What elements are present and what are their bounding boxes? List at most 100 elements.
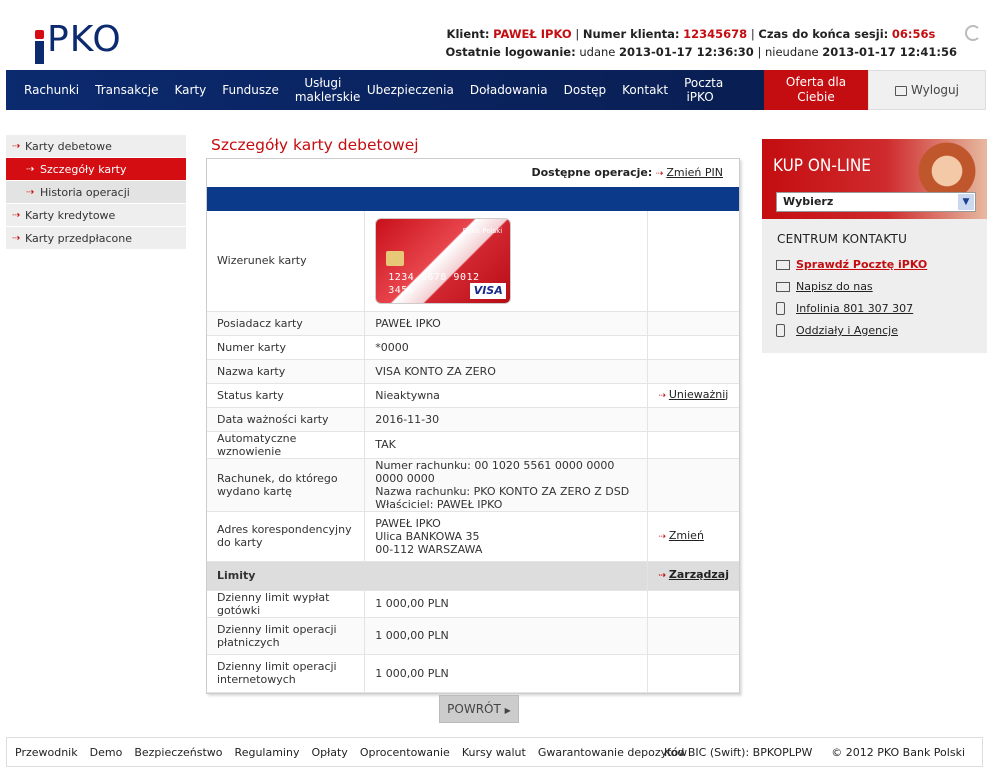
ops-label: Dostępne operacje: <box>531 166 653 179</box>
card-image: Bank Polski 1234 5678 9012 3456 VISA <box>375 217 512 304</box>
address-line-3: 00-112 WARSZAWA <box>375 542 483 556</box>
nav-doladowania[interactable]: Doładowania <box>462 83 556 97</box>
client-number-label: Numer klienta: <box>582 27 680 41</box>
invalidate-link[interactable]: Unieważnij <box>669 388 728 401</box>
account-owner: Właściciel: PAWEŁ IPKO <box>375 497 503 511</box>
row-label: Nazwa karty <box>207 359 366 384</box>
session-info: Klient: PAWEŁ IPKO | Numer klienta: 1234… <box>445 27 957 59</box>
product-select[interactable]: Wybierz ▼ <box>776 192 976 212</box>
sidebar-item-historia[interactable]: ⇢ Historia operacji <box>6 181 186 204</box>
logo-i-icon <box>34 30 44 64</box>
account-name: Nazwa rachunku: PKO KONTO ZA ZERO Z DSD <box>375 484 630 498</box>
logout-icon <box>895 86 907 96</box>
row-label: Rachunek, do którego wydano kartę <box>207 458 366 512</box>
nav-fundusze[interactable]: Fundusze <box>214 83 287 97</box>
refresh-session-icon[interactable] <box>965 25 981 41</box>
login-ok-label: udane <box>579 45 616 59</box>
arrow-icon: ⇢ <box>12 210 21 221</box>
footer-link-regulaminy[interactable]: Regulaminy <box>235 746 300 759</box>
arrow-icon: ⇢ <box>658 531 666 542</box>
nav-karty[interactable]: Karty <box>166 83 214 97</box>
nav-kontakt[interactable]: Kontakt <box>614 83 676 97</box>
nav-transakcje[interactable]: Transakcje <box>87 83 166 97</box>
contact-link[interactable]: Napisz do nas <box>796 280 873 293</box>
promo-title: KUP ON-LINE <box>773 156 871 176</box>
row-label: Data ważności karty <box>207 407 366 432</box>
sidebar-item-label: Karty przedpłacone <box>25 232 132 245</box>
nav-ubezpieczenia[interactable]: Ubezpieczenia <box>359 83 462 97</box>
branch-icon <box>776 324 785 337</box>
arrow-icon: ⇢ <box>658 390 666 401</box>
chevron-down-icon[interactable]: ▼ <box>958 194 974 210</box>
main-nav: Rachunki Transakcje Karty Fundusze Usług… <box>6 70 986 110</box>
footer-link-oplaty[interactable]: Opłaty <box>311 746 347 759</box>
nav-uslugi-maklerskie[interactable]: Usługi maklerskie <box>287 76 361 104</box>
row-value: PAWEŁ IPKO <box>364 311 649 336</box>
card-details-panel: Dostępne operacje: ⇢ Zmień PIN Wizerunek … <box>206 158 740 694</box>
card-bank-name: Bank Polski <box>462 226 503 235</box>
sidebar-item-karty-kredytowe[interactable]: ⇢ Karty kredytowe <box>6 204 186 227</box>
back-button-label: POWRÓT <box>447 702 501 716</box>
row-label: Automatyczne wznowienie <box>207 431 366 459</box>
sidebar-item-szczegoly[interactable]: ⇢Szczegóły karty debetowej <box>6 158 186 199</box>
table-row: Posiadacz karty PAWEŁ IPKO <box>207 311 739 336</box>
sidebar-item-karty-przedplacone[interactable]: ⇢ Karty przedpłacone <box>6 227 186 250</box>
table-row: Adres korespondencyjny do karty PAWEŁ IP… <box>207 511 739 562</box>
table-row: Numer karty *0000 <box>207 335 739 360</box>
back-button[interactable]: POWRÓT ▶ <box>439 695 519 723</box>
footer-link-przewodnik[interactable]: Przewodnik <box>15 746 78 759</box>
logo-text: PKO <box>47 19 122 60</box>
footer-link-oprocentowanie[interactable]: Oprocentowanie <box>360 746 450 759</box>
row-label: Adres korespondencyjny do karty <box>207 511 366 562</box>
contact-item-write[interactable]: Napisz do nas <box>776 280 873 293</box>
client-name: PAWEŁ IPKO <box>493 27 572 41</box>
sidebar-item-label: Karty debetowe <box>25 140 112 153</box>
nav-offer[interactable]: Oferta dla Ciebie <box>764 70 868 110</box>
client-number: 12345678 <box>683 27 748 41</box>
available-operations: Dostępne operacje: ⇢ Zmień PIN <box>207 159 739 187</box>
nav-poczta-ipko[interactable]: Poczta iPKO <box>676 76 724 104</box>
arrow-icon: ⇢ <box>658 571 666 581</box>
row-label: Status karty <box>207 383 366 408</box>
nav-dostep[interactable]: Dostęp <box>556 83 615 97</box>
change-address-link[interactable]: Zmień <box>669 529 704 542</box>
table-row: Status karty Nieaktywna ⇢ Unieważnij <box>207 383 739 408</box>
contact-item-check-mail[interactable]: Sprawdź Pocztę iPKO <box>776 258 927 271</box>
contact-link[interactable]: Infolinia 801 307 307 <box>796 302 913 315</box>
contact-item-hotline[interactable]: Infolinia 801 307 307 <box>776 302 913 315</box>
row-value: TAK <box>364 431 649 459</box>
footer-link-bezpieczenstwo[interactable]: Bezpieczeństwo <box>134 746 222 759</box>
table-row: Automatyczne wznowienie TAK <box>207 431 739 459</box>
sidebar-item-karty-debetowe[interactable]: ⇢ Karty debetowe <box>6 135 186 158</box>
card-details-table: Wizerunek karty Bank Polski 1234 5678 90… <box>207 211 739 693</box>
limits-header-row: Limity ⇢ Zarządzaj <box>207 561 739 591</box>
row-label: Numer karty <box>207 335 366 360</box>
contact-item-branches[interactable]: Oddziały i Agencje <box>776 324 898 337</box>
footer-link-kursy-walut[interactable]: Kursy walut <box>462 746 526 759</box>
phone-icon <box>776 302 785 315</box>
table-row: Rachunek, do którego wydano kartę Numer … <box>207 458 739 512</box>
nav-rachunki[interactable]: Rachunki <box>6 83 87 97</box>
offer-label: Oferta dla Ciebie <box>785 75 847 104</box>
contact-link[interactable]: Sprawdź Pocztę iPKO <box>796 258 927 271</box>
arrow-icon: ⇢ <box>12 141 21 152</box>
envelope-icon <box>776 259 790 270</box>
logout-button[interactable]: Wyloguj <box>868 70 986 110</box>
row-label: Wizerunek karty <box>207 211 366 312</box>
row-value: 1 000,00 PLN <box>364 617 649 655</box>
sidebar-item-label: Karty kredytowe <box>25 209 116 222</box>
account-number: Numer rachunku: 00 1020 5561 0000 0000 0… <box>375 458 615 485</box>
row-value: 1 000,00 PLN <box>364 654 649 693</box>
change-pin-link[interactable]: Zmień PIN <box>666 166 723 179</box>
select-value: Wybierz <box>783 195 834 208</box>
footer-link-demo[interactable]: Demo <box>90 746 123 759</box>
arrow-icon: ⇢ <box>12 233 21 244</box>
contact-link[interactable]: Oddziały i Agencje <box>796 324 898 337</box>
ipko-logo[interactable]: PKO <box>34 19 122 64</box>
session-timer: 06:56s <box>891 27 936 41</box>
page-title: Szczegóły karty debetowej <box>211 136 419 154</box>
copyright: © 2012 PKO Bank Polski <box>831 745 965 759</box>
manage-limits-link[interactable]: Zarządzaj <box>669 568 729 581</box>
table-row: Dzienny limit operacji internetowych 1 0… <box>207 654 739 693</box>
contact-center: CENTRUM KONTAKTU Sprawdź Pocztę iPKO Nap… <box>762 219 987 353</box>
